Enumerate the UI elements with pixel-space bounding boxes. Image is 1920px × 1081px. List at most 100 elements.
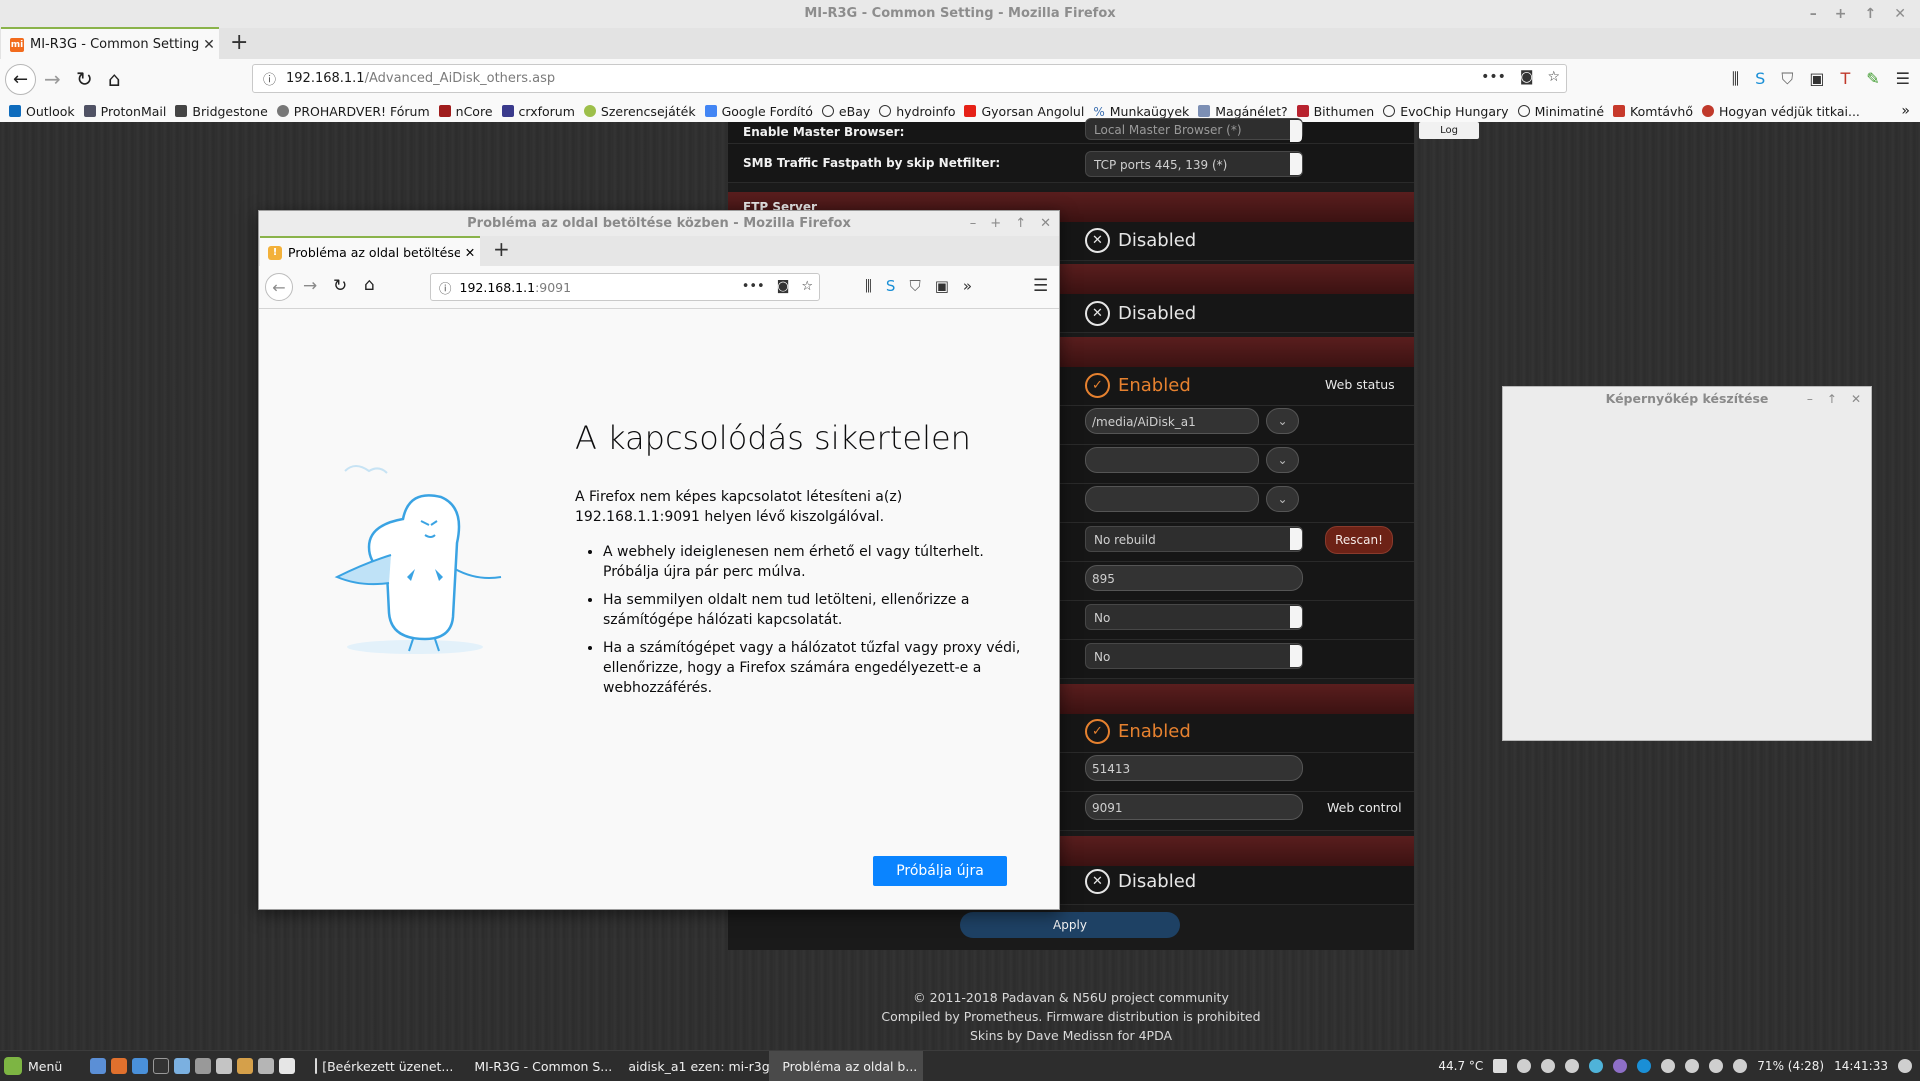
bookmark-ncore[interactable]: nCore xyxy=(438,104,493,119)
minimize-icon[interactable]: – xyxy=(1810,0,1817,28)
skype-icon[interactable]: S xyxy=(1755,69,1765,89)
bookmark-hogyan[interactable]: Hogyan védjük titkai... xyxy=(1701,104,1860,119)
pocket-icon[interactable]: ◙ xyxy=(777,279,790,294)
settings-launcher-icon[interactable] xyxy=(195,1058,212,1074)
terminal-launcher-icon[interactable] xyxy=(153,1058,170,1074)
cloud-icon[interactable] xyxy=(1517,1059,1532,1073)
ublock-icon[interactable]: ⛉ xyxy=(1781,69,1793,89)
log-button[interactable]: Log xyxy=(1419,122,1479,139)
more-bookmarks-icon[interactable]: » xyxy=(1901,103,1910,119)
files-launcher-icon[interactable] xyxy=(174,1058,191,1074)
home-icon[interactable]: ⌂ xyxy=(108,67,121,91)
bookmark-evochip[interactable]: EvoChip Hungary xyxy=(1383,104,1509,119)
bookmark-hydroinfo[interactable]: hydroinfo xyxy=(879,104,955,119)
bookmark-szerencsejatek[interactable]: Szerencsejáték xyxy=(583,104,696,119)
popup-tab[interactable]: ! Probléma az oldal betöltése k ✕ xyxy=(260,236,480,267)
task-mi-r3g[interactable]: MI-R3G - Common S... xyxy=(461,1051,615,1081)
bookmark-gyorsan-angolul[interactable]: Gyorsan Angolul xyxy=(964,104,1084,119)
bookmark-komtavho[interactable]: Komtávhő xyxy=(1613,104,1693,119)
path-input-3[interactable] xyxy=(1085,486,1259,512)
close-icon[interactable]: ✕ xyxy=(1851,392,1861,406)
web-control-link[interactable]: Web control xyxy=(1327,800,1402,815)
firefox-launcher-icon[interactable] xyxy=(111,1058,128,1074)
retry-button[interactable]: Próbálja újra xyxy=(873,856,1007,886)
section5-disabled-toggle[interactable]: ✕ Disabled xyxy=(1085,869,1196,894)
calculator-launcher-icon[interactable] xyxy=(258,1058,275,1074)
battery-readout[interactable]: 71% (4:28) xyxy=(1757,1059,1824,1073)
apply-button[interactable]: Apply xyxy=(960,912,1180,938)
value-895-input[interactable]: 895 xyxy=(1085,565,1303,591)
bluetooth-icon[interactable] xyxy=(1541,1059,1556,1073)
bookmark-prohardver[interactable]: PROHARDVER! Fórum xyxy=(276,104,430,119)
menu-hamburger-icon[interactable]: ☰ xyxy=(1033,276,1048,296)
bookmark-bridgestone[interactable]: Bridgestone xyxy=(175,104,268,119)
maximize-icon[interactable]: + xyxy=(1835,0,1847,28)
close-icon[interactable]: ✕ xyxy=(1040,216,1051,231)
ftp-disabled-toggle[interactable]: ✕ Disabled xyxy=(1085,228,1196,253)
archive-launcher-icon[interactable] xyxy=(237,1058,254,1074)
bookmark-maganelet[interactable]: Magánélet? xyxy=(1198,104,1288,119)
back-arrow-icon[interactable]: ← xyxy=(5,64,36,95)
url-bar[interactable]: ⓘ 192.168.1.1 /Advanced_AiDisk_others.as… xyxy=(252,64,1567,93)
smb-fastpath-select[interactable]: TCP ports 445, 139 (*) xyxy=(1085,151,1303,177)
sidebar-icon[interactable]: ▣ xyxy=(935,277,949,295)
new-tab-icon[interactable]: + xyxy=(493,237,510,261)
user-icon[interactable] xyxy=(1898,1059,1912,1073)
info-icon[interactable]: ⓘ xyxy=(263,69,276,88)
page-actions-icon[interactable]: ••• xyxy=(742,279,765,294)
tab-close-icon[interactable]: ✕ xyxy=(199,37,219,53)
volume-icon[interactable] xyxy=(1733,1059,1748,1073)
translate-icon[interactable]: T xyxy=(1840,69,1850,89)
pocket-icon[interactable]: ◙ xyxy=(1520,69,1534,85)
reload-icon[interactable]: ↻ xyxy=(76,67,93,91)
bookmark-bithumen[interactable]: Bithumen xyxy=(1296,104,1374,119)
thunderbird-launcher-icon[interactable] xyxy=(132,1058,149,1074)
home-icon[interactable]: ⌂ xyxy=(364,275,375,295)
back-arrow-icon[interactable]: ← xyxy=(265,273,293,301)
skype-icon[interactable]: S xyxy=(886,277,896,295)
skype-tray-icon[interactable] xyxy=(1637,1059,1652,1073)
screenshot-tray-icon[interactable] xyxy=(1661,1059,1676,1073)
bookmark-munkaugyek[interactable]: % Munkaügyek xyxy=(1093,104,1189,120)
notes-launcher-icon[interactable] xyxy=(279,1058,296,1074)
reload-icon[interactable]: ↻ xyxy=(333,276,347,296)
maximize-icon[interactable]: + xyxy=(990,216,1001,231)
option-select-2[interactable]: No xyxy=(1085,643,1303,669)
task-aidisk[interactable]: aidisk_a1 ezen: mi-r3g xyxy=(615,1051,769,1081)
viber-icon[interactable] xyxy=(1613,1059,1628,1073)
tab-mi-r3g[interactable]: mi MI-R3G - Common Setting ✕ xyxy=(1,27,219,60)
library-icon[interactable]: ⫼ xyxy=(1732,69,1739,89)
task-problem[interactable]: Probléma az oldal b... xyxy=(769,1051,924,1081)
bookmark-google-fordito[interactable]: Google Fordító xyxy=(704,104,813,119)
forward-arrow-icon[interactable]: → xyxy=(44,67,61,91)
library-icon[interactable]: ⫼ xyxy=(865,277,872,295)
extension-icon[interactable]: ✎ xyxy=(1866,69,1879,89)
clock[interactable]: 14:41:33 xyxy=(1834,1059,1888,1073)
keyboard-icon[interactable] xyxy=(1685,1059,1700,1073)
overflow-icon[interactable]: » xyxy=(963,277,972,295)
wifi-icon[interactable] xyxy=(1709,1059,1724,1073)
tab-close-icon[interactable]: ✕ xyxy=(460,245,480,260)
forward-arrow-icon[interactable]: → xyxy=(303,276,317,296)
close-icon[interactable]: ✕ xyxy=(1894,0,1906,28)
chevron-down-icon[interactable]: ⌄ xyxy=(1266,408,1299,434)
bookmark-crxforum[interactable]: crxforum xyxy=(501,104,575,119)
popup-url-bar[interactable]: ⓘ 192.168.1.1 :9091 ••• ◙ ☆ xyxy=(430,273,820,301)
chevron-down-icon[interactable]: ⌄ xyxy=(1266,447,1299,473)
section4-enabled-toggle[interactable]: ✓ Enabled xyxy=(1085,719,1191,744)
show-desktop-icon[interactable] xyxy=(90,1058,107,1074)
bookmark-protonmail[interactable]: ProtonMail xyxy=(83,104,166,119)
media-path-input[interactable]: /media/AiDisk_a1 xyxy=(1085,408,1259,434)
bookmark-star-icon[interactable]: ☆ xyxy=(801,279,813,294)
bookmark-outlook[interactable]: Outlook xyxy=(9,104,75,119)
path-input-2[interactable] xyxy=(1085,447,1259,473)
master-browser-select[interactable]: Local Master Browser (*) xyxy=(1085,118,1303,142)
section3-enabled-toggle[interactable]: ✓ Enabled xyxy=(1085,373,1191,398)
chevron-down-icon[interactable]: ⌄ xyxy=(1266,486,1299,512)
rebuild-select[interactable]: No rebuild xyxy=(1085,526,1303,552)
start-menu-button[interactable]: Menü xyxy=(4,1057,62,1075)
update-icon[interactable] xyxy=(1565,1059,1580,1073)
camera-launcher-icon[interactable] xyxy=(216,1058,233,1074)
bookmark-ebay[interactable]: eBay xyxy=(821,104,870,119)
section2-disabled-toggle[interactable]: ✕ Disabled xyxy=(1085,301,1196,326)
